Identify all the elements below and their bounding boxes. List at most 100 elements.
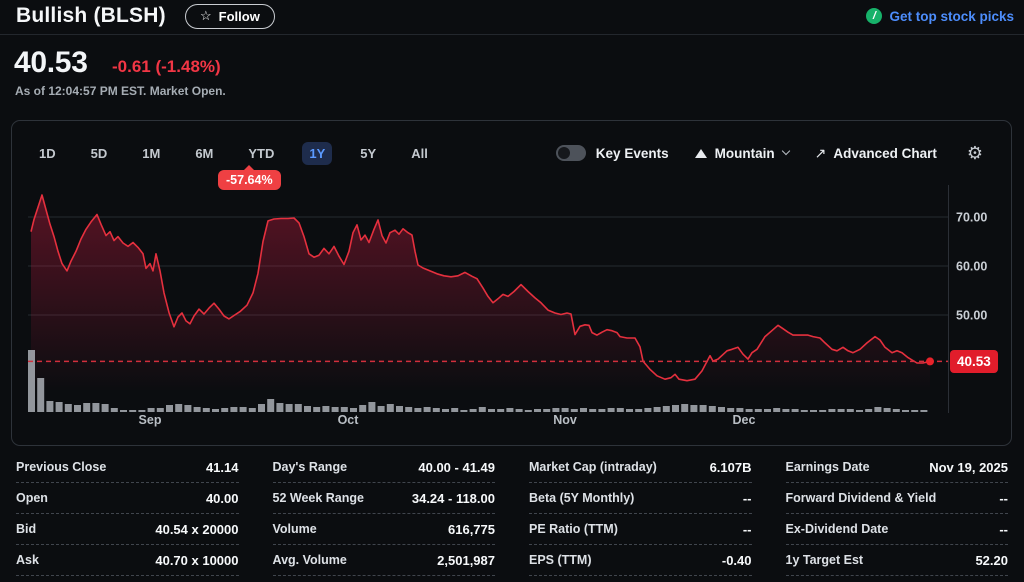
volume-bar	[654, 407, 661, 412]
current-price-tag: 40.53	[950, 350, 998, 373]
volume-bar	[451, 408, 458, 412]
y-axis-label: 70.00	[956, 211, 987, 225]
settings-gear-icon[interactable]: ⚙	[967, 144, 983, 162]
volume-bar	[184, 405, 191, 412]
volume-bar	[470, 409, 477, 412]
stat-value: 40.00 - 41.49	[418, 460, 495, 475]
get-top-stock-picks-link[interactable]: / Get top stock picks	[866, 8, 1014, 24]
volume-bar	[166, 405, 173, 412]
stat-label: Ask	[16, 553, 39, 567]
stat-label: Previous Close	[16, 460, 106, 474]
volume-bar	[626, 409, 633, 412]
volume-bar	[874, 407, 881, 412]
volume-bar	[543, 409, 550, 412]
stat-value: 616,775	[448, 522, 495, 537]
volume-bar	[56, 402, 63, 412]
volume-bar	[359, 405, 366, 412]
stat-beta-5y-monthly: Beta (5Y Monthly)--	[529, 483, 752, 514]
stat-bid: Bid40.54 x 20000	[16, 514, 239, 545]
stat-value: 34.24 - 118.00	[412, 491, 495, 506]
stat-label: 52 Week Range	[273, 491, 364, 505]
volume-bar	[856, 410, 863, 412]
volume-bar	[506, 408, 513, 412]
volume-bar	[221, 408, 228, 412]
price-change-amount: -0.61	[112, 57, 151, 76]
range-1y[interactable]: 1Y	[302, 142, 332, 165]
range-5y[interactable]: 5Y	[353, 142, 383, 165]
x-axis-label: Nov	[553, 413, 577, 427]
expand-arrow-icon: ↗	[815, 145, 827, 162]
stat-earnings-date: Earnings DateNov 19, 2025	[786, 452, 1009, 483]
advanced-chart-link[interactable]: ↗ Advanced Chart	[815, 145, 937, 162]
volume-bar	[690, 405, 697, 412]
stat-value: 52.20	[975, 553, 1008, 568]
volume-bar	[194, 407, 201, 412]
volume-bar	[37, 378, 44, 412]
chart-type-dropdown[interactable]: Mountain	[695, 146, 789, 161]
chart-toolbar: 1D 5D 1M 6M YTD 1Y 5Y All Key Events Mountain ↗…	[12, 139, 1011, 167]
price-change: -0.61 (-1.48%)	[112, 57, 221, 77]
volume-bar	[378, 406, 385, 412]
key-events-toggle[interactable]: Key Events	[556, 145, 669, 161]
volume-bar	[240, 407, 247, 412]
volume-bar	[405, 407, 412, 412]
range-6m[interactable]: 6M	[188, 142, 220, 165]
volume-bar	[552, 408, 559, 412]
volume-bar	[249, 408, 256, 412]
volume-bar	[736, 408, 743, 412]
stat-label: Volume	[273, 522, 317, 536]
volume-bar	[838, 409, 845, 412]
as-of-timestamp: As of 12:04:57 PM EST. Market Open.	[15, 84, 226, 98]
volume-bar	[773, 408, 780, 412]
stat-value: 2,501,987	[437, 553, 495, 568]
volume-bar	[46, 401, 53, 412]
follow-button[interactable]: ☆ Follow	[185, 4, 275, 29]
price-change-percent: (-1.48%)	[155, 57, 220, 76]
range-5d[interactable]: 5D	[84, 142, 115, 165]
volume-bar	[396, 406, 403, 412]
stat-ex-dividend-date: Ex-Dividend Date--	[786, 514, 1009, 545]
volume-bar	[424, 407, 431, 412]
stat-column: Previous Close41.14Open40.00Bid40.54 x 2…	[16, 452, 239, 576]
quote-statistics: Previous Close41.14Open40.00Bid40.54 x 2…	[0, 452, 1024, 576]
range-all[interactable]: All	[404, 142, 435, 165]
stat-label: Open	[16, 491, 48, 505]
volume-bar	[157, 408, 164, 412]
stat-label: Day's Range	[273, 460, 348, 474]
volume-bar	[74, 405, 81, 412]
header-divider	[0, 34, 1024, 35]
volume-bar	[727, 408, 734, 412]
volume-bar	[847, 409, 854, 412]
volume-bar	[801, 410, 808, 412]
volume-bar	[286, 404, 293, 412]
stat-1y-target-est: 1y Target Est52.20	[786, 545, 1009, 576]
volume-bar	[28, 350, 35, 412]
volume-bar	[414, 408, 421, 412]
volume-bar	[746, 409, 753, 412]
x-axis-label: Dec	[733, 413, 756, 427]
follow-label: Follow	[219, 9, 260, 24]
chevron-down-icon	[781, 147, 789, 155]
volume-bar	[700, 405, 707, 412]
volume-bar	[276, 403, 283, 412]
range-ytd[interactable]: YTD	[241, 142, 281, 165]
volume-bar	[120, 410, 127, 412]
current-price-dot	[926, 357, 934, 365]
stat-52-week-range: 52 Week Range 34.24 - 118.00	[273, 483, 496, 514]
volume-bar	[782, 409, 789, 412]
volume-bar	[893, 409, 900, 412]
range-1m[interactable]: 1M	[135, 142, 167, 165]
range-1d[interactable]: 1D	[32, 142, 63, 165]
toggle-switch-icon[interactable]	[556, 145, 586, 161]
volume-bar	[138, 410, 145, 412]
star-icon: ☆	[200, 8, 212, 24]
volume-bar	[792, 409, 799, 412]
volume-bar	[709, 406, 716, 412]
key-events-label: Key Events	[596, 146, 669, 161]
volume-bar	[828, 409, 835, 412]
volume-bar	[718, 407, 725, 412]
toggle-knob	[558, 147, 570, 159]
volume-bar	[497, 409, 504, 412]
current-price: 40.53	[14, 46, 88, 80]
price-chart[interactable]: 70.0060.0050.00SepOctNovDec	[12, 121, 1011, 445]
